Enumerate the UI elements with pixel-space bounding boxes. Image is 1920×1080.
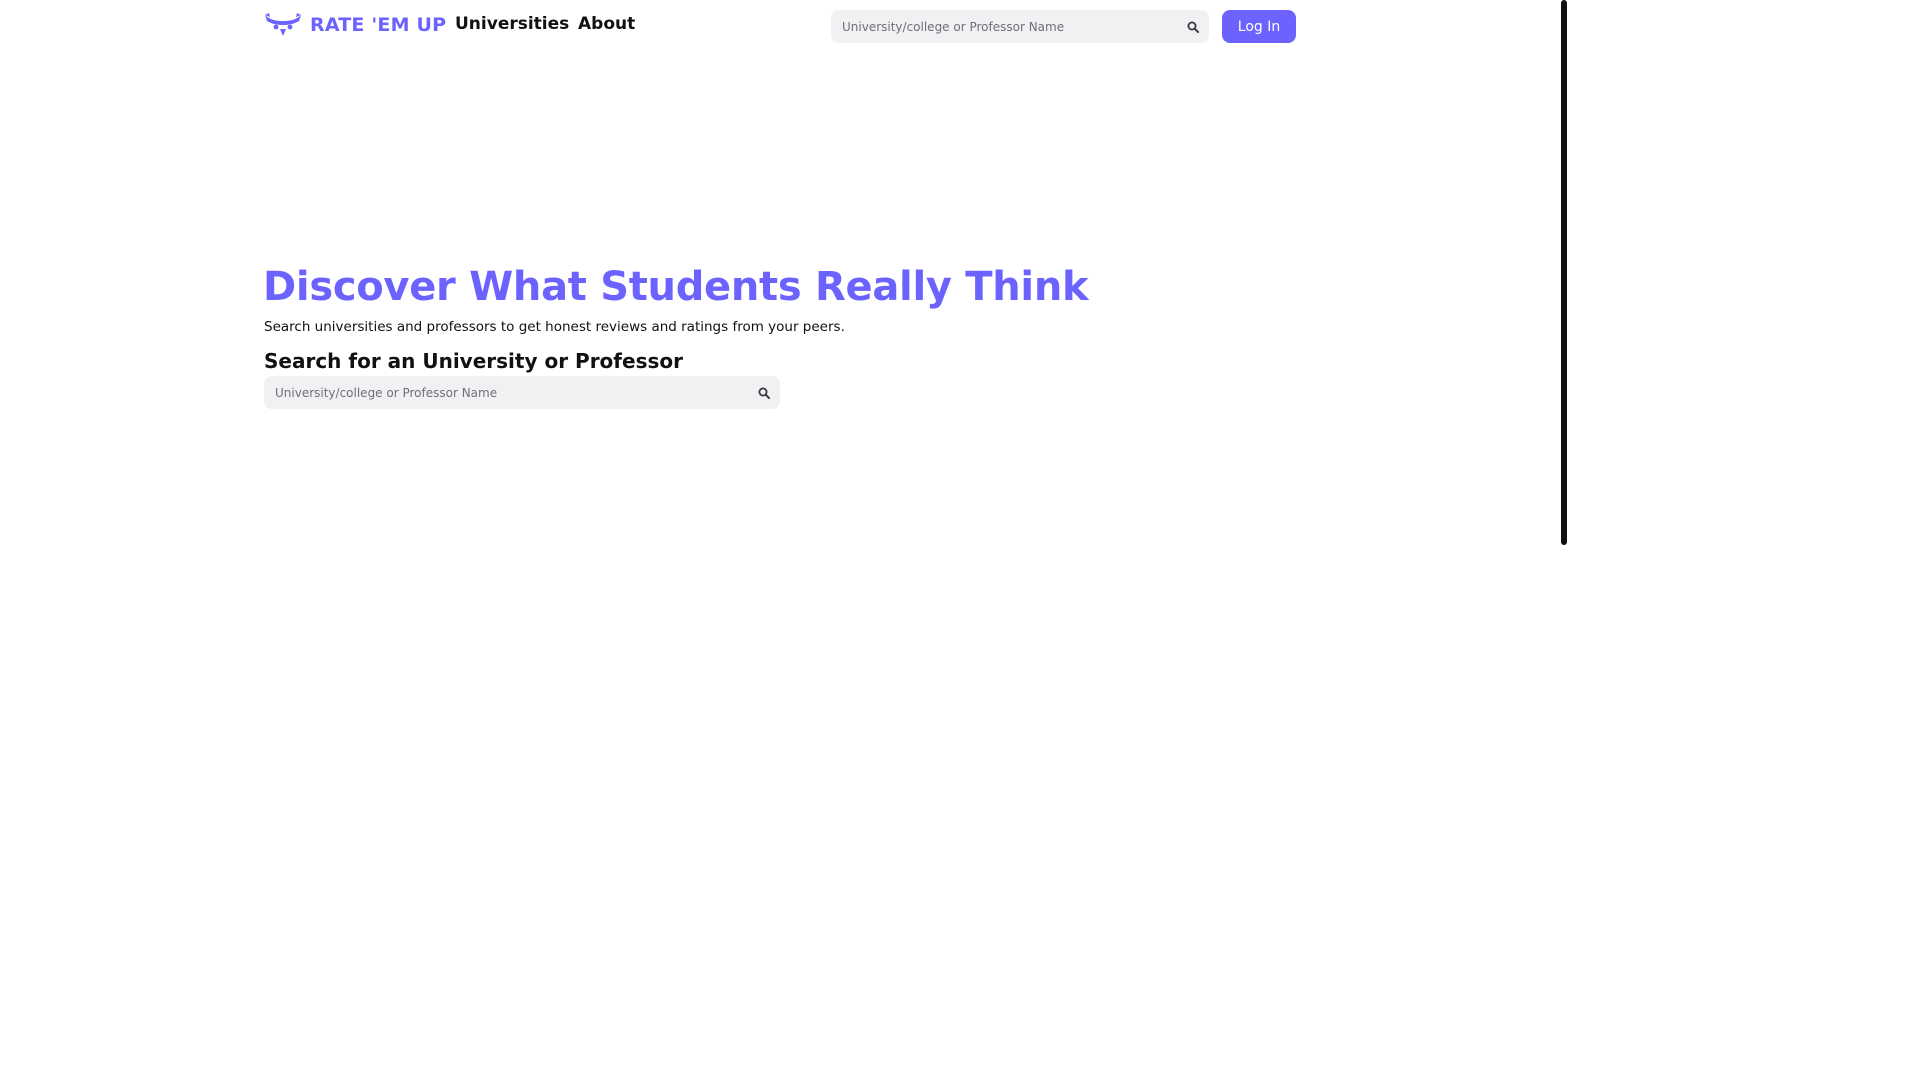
header-search-input[interactable] bbox=[831, 10, 1177, 43]
search-icon bbox=[1187, 21, 1199, 33]
search-heading: Search for an University or Professor bbox=[264, 349, 683, 373]
hero-title: Discover What Students Really Think bbox=[263, 264, 1089, 310]
hero-search-input[interactable] bbox=[264, 376, 748, 409]
logo-link[interactable]: RATE 'EM UP bbox=[264, 12, 446, 38]
login-button[interactable]: Log In bbox=[1222, 10, 1296, 43]
page-scrollbar[interactable] bbox=[1560, 0, 1568, 882]
hero-search-button[interactable] bbox=[748, 376, 780, 409]
owl-icon bbox=[265, 13, 301, 36]
scrollbar-thumb[interactable] bbox=[1561, 0, 1567, 545]
top-navbar: RATE 'EM UP Universities About Log In bbox=[0, 0, 1560, 54]
header-search-button[interactable] bbox=[1177, 10, 1209, 43]
page: RATE 'EM UP Universities About Log In Di… bbox=[0, 0, 1568, 882]
nav-about-link[interactable]: About bbox=[578, 14, 635, 34]
logo-text: RATE 'EM UP bbox=[310, 14, 447, 36]
search-icon bbox=[758, 387, 770, 399]
hero-search-box bbox=[264, 376, 780, 409]
hero-subtitle: Search universities and professors to ge… bbox=[264, 319, 845, 335]
nav-universities-link[interactable]: Universities bbox=[455, 14, 569, 34]
header-search-box bbox=[831, 10, 1209, 43]
